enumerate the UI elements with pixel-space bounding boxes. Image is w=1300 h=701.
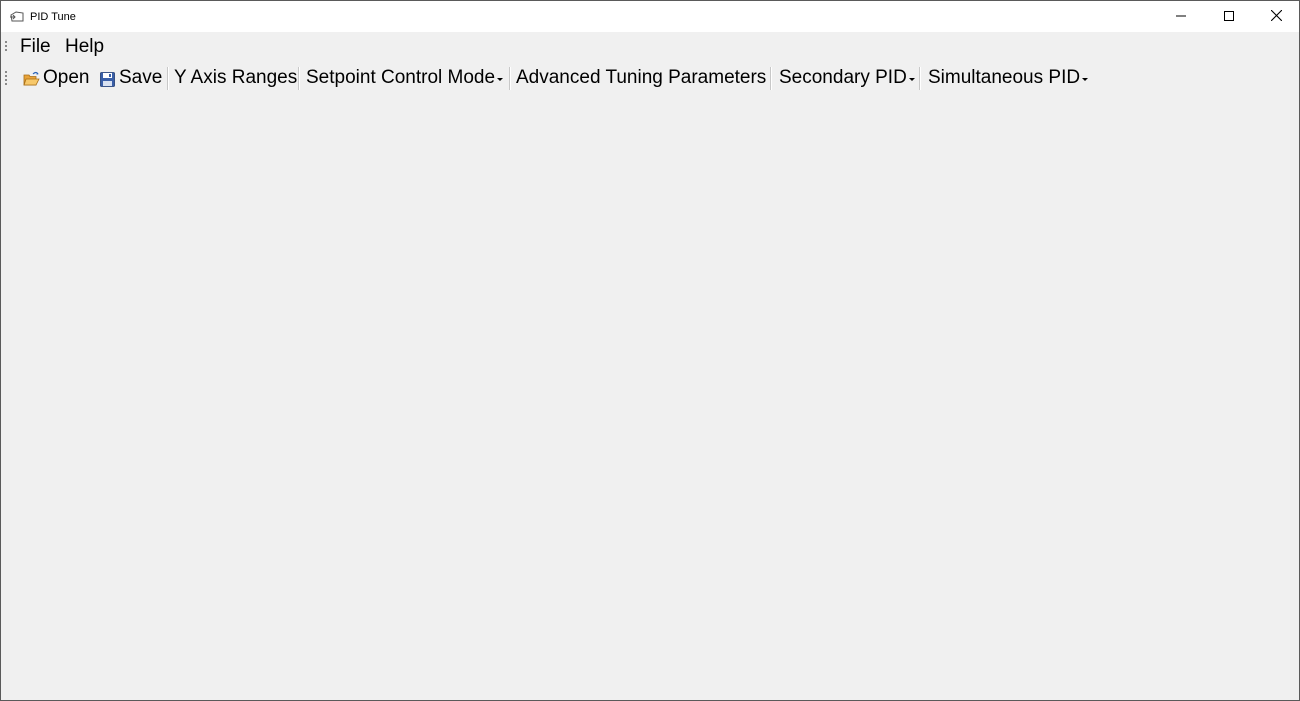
- toolbar-separator: [298, 67, 300, 90]
- menu-bar: File Help: [1, 32, 1299, 61]
- setpoint-control-mode-label: Setpoint Control Mode: [306, 67, 496, 88]
- open-folder-icon: [23, 70, 40, 87]
- window-title: PID Tune: [30, 11, 76, 23]
- minimize-icon: [1176, 8, 1186, 26]
- pid-tune-app-icon[interactable]: [9, 9, 25, 25]
- toolbar-separator: [167, 67, 169, 90]
- maximize-icon: [1224, 8, 1234, 26]
- app-window: PID Tune File Help Open Save Y Axis Rang…: [0, 0, 1300, 701]
- floppy-disk-icon: [99, 70, 116, 87]
- minimize-button[interactable]: [1158, 1, 1204, 32]
- toolbar-grip[interactable]: [5, 71, 8, 87]
- open-label: Open: [43, 67, 90, 88]
- title-bar[interactable]: PID Tune: [1, 1, 1299, 32]
- toolbar-separator: [770, 67, 772, 90]
- close-button[interactable]: [1253, 1, 1299, 32]
- toolbar-separator: [509, 67, 511, 90]
- save-label: Save: [119, 67, 163, 88]
- close-icon: [1270, 8, 1282, 26]
- maximize-button[interactable]: [1206, 1, 1252, 32]
- dropdown-arrow-icon: [497, 77, 504, 81]
- setpoint-control-mode-dropdown[interactable]: Setpoint Control Mode: [306, 65, 504, 91]
- toolbar: Open Save Y Axis Ranges Setpoint Control…: [1, 61, 1299, 95]
- dropdown-arrow-icon: [1082, 77, 1089, 81]
- toolbar-separator: [919, 67, 921, 90]
- main-content-area: [1, 95, 1299, 700]
- save-button[interactable]: Save: [99, 65, 162, 91]
- secondary-pid-label: Secondary PID: [779, 67, 907, 88]
- menu-help[interactable]: Help: [61, 35, 108, 59]
- advanced-tuning-parameters-button[interactable]: Advanced Tuning Parameters: [516, 65, 766, 91]
- menu-file[interactable]: File: [16, 35, 55, 59]
- secondary-pid-dropdown[interactable]: Secondary PID: [779, 65, 915, 91]
- y-axis-ranges-button[interactable]: Y Axis Ranges: [174, 65, 297, 91]
- open-button[interactable]: Open: [23, 65, 89, 91]
- simultaneous-pid-dropdown[interactable]: Simultaneous PID: [928, 65, 1089, 91]
- simultaneous-pid-label: Simultaneous PID: [928, 67, 1081, 88]
- menubar-grip[interactable]: [5, 41, 8, 53]
- dropdown-arrow-icon: [908, 77, 915, 81]
